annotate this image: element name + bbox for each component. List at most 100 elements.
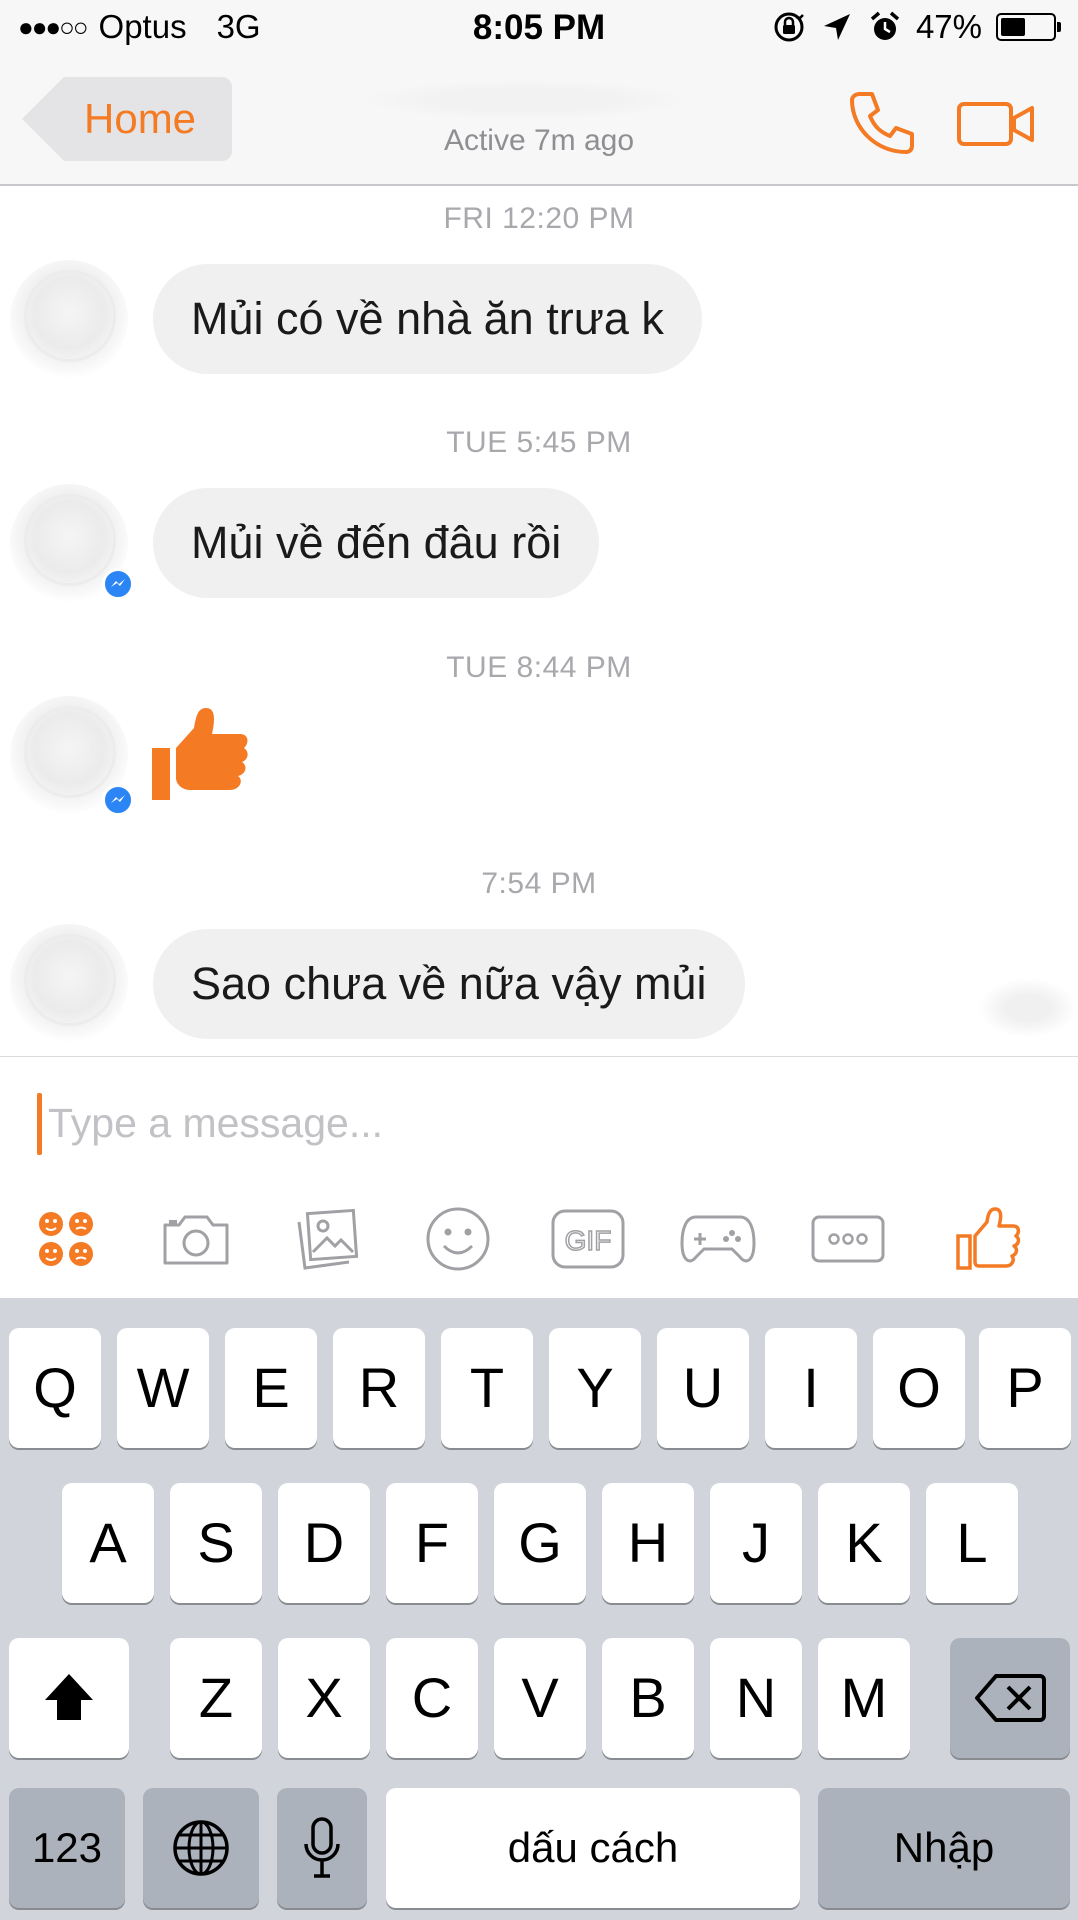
key-label: S: [197, 1511, 235, 1574]
avatar[interactable]: [10, 260, 128, 378]
games-button[interactable]: [678, 1199, 758, 1279]
key-label: N: [735, 1666, 777, 1729]
smiley-icon: [426, 1207, 490, 1271]
key-label: U: [682, 1356, 724, 1419]
message-composer: GIF: [0, 1056, 1078, 1298]
camera-icon: [163, 1215, 229, 1265]
key-label: J: [742, 1511, 770, 1574]
more-icon: [811, 1215, 885, 1263]
numbers-key[interactable]: 123: [9, 1788, 125, 1908]
key-o[interactable]: O: [873, 1328, 965, 1448]
key-s[interactable]: S: [170, 1483, 262, 1603]
key-b[interactable]: B: [602, 1638, 694, 1758]
return-key[interactable]: Nhập: [818, 1788, 1070, 1908]
key-label: P: [1006, 1356, 1044, 1419]
key-label: Z: [198, 1666, 234, 1729]
avatar-redaction: [24, 934, 116, 1026]
delete-key[interactable]: [950, 1638, 1070, 1758]
key-label: X: [305, 1666, 343, 1729]
globe-icon: [173, 1820, 229, 1876]
more-button[interactable]: [808, 1199, 888, 1279]
svg-text:GIF: GIF: [565, 1225, 612, 1256]
conversation-header: Home Active 7m ago: [0, 60, 1078, 186]
key-label: B: [629, 1666, 667, 1729]
emoji-button[interactable]: [418, 1199, 498, 1279]
avatar[interactable]: [10, 924, 128, 1042]
key-w[interactable]: W: [117, 1328, 209, 1448]
active-status: Active 7m ago: [443, 124, 635, 157]
space-key[interactable]: dấu cách: [386, 1788, 800, 1908]
send-like-button[interactable]: [948, 1199, 1028, 1279]
key-j[interactable]: J: [710, 1483, 802, 1603]
key-label: Q: [33, 1356, 77, 1419]
like-icon: [956, 1207, 1021, 1270]
key-label: C: [411, 1666, 453, 1729]
message-input[interactable]: [36, 1091, 1036, 1155]
key-label: K: [845, 1511, 883, 1574]
message-bubble[interactable]: Mủi về đến đâu rồi: [153, 488, 600, 598]
message-bubble[interactable]: Mủi có về nhà ăn trưa k: [153, 264, 702, 374]
key-m[interactable]: M: [818, 1638, 910, 1758]
gallery-icon: [297, 1208, 359, 1270]
key-v[interactable]: V: [494, 1638, 586, 1758]
key-g[interactable]: G: [494, 1483, 586, 1603]
camera-button[interactable]: [156, 1199, 236, 1279]
key-r[interactable]: R: [333, 1328, 425, 1448]
call-button[interactable]: [846, 88, 916, 158]
key-k[interactable]: K: [818, 1483, 910, 1603]
message-timestamp: 7:54 PM: [481, 867, 597, 900]
key-label: G: [518, 1511, 562, 1574]
key-label: M: [840, 1666, 888, 1729]
key-label: V: [521, 1666, 559, 1729]
keyboard: Q W E R T Y U I O P A S D F G H J K L Z …: [0, 1298, 1078, 1920]
globe-key[interactable]: [143, 1788, 259, 1908]
message-bubble[interactable]: Sao chưa về nữa vậy mủi: [153, 929, 745, 1039]
location-arrow-icon: [820, 10, 854, 44]
key-t[interactable]: T: [441, 1328, 533, 1448]
key-h[interactable]: H: [602, 1483, 694, 1603]
delete-icon: [975, 1674, 1046, 1722]
key-l[interactable]: L: [926, 1483, 1018, 1603]
key-y[interactable]: Y: [549, 1328, 641, 1448]
dictation-key[interactable]: [277, 1788, 367, 1908]
gallery-button[interactable]: [288, 1199, 368, 1279]
orientation-lock-icon: [772, 10, 806, 44]
gif-icon: GIF: [551, 1209, 625, 1269]
emoji-stickers-button[interactable]: [26, 1199, 106, 1279]
key-c[interactable]: C: [386, 1638, 478, 1758]
key-q[interactable]: Q: [9, 1328, 101, 1448]
key-p[interactable]: P: [979, 1328, 1071, 1448]
video-camera-icon: [957, 102, 1034, 146]
key-label: Nhập: [893, 1824, 995, 1871]
key-e[interactable]: E: [225, 1328, 317, 1448]
key-i[interactable]: I: [765, 1328, 857, 1448]
key-n[interactable]: N: [710, 1638, 802, 1758]
key-label: W: [136, 1356, 190, 1419]
key-d[interactable]: D: [278, 1483, 370, 1603]
emoji-stickers-icon: [39, 1212, 93, 1266]
key-label: 123: [31, 1824, 103, 1871]
messenger-badge-icon: [102, 784, 134, 816]
messenger-badge-icon: [102, 568, 134, 600]
key-label: D: [303, 1511, 345, 1574]
key-label: H: [627, 1511, 669, 1574]
message-thread[interactable]: FRI 12:20 PM Mủi có về nhà ăn trưa k TUE…: [0, 188, 1078, 1056]
video-call-button[interactable]: [956, 96, 1036, 152]
alarm-icon: [868, 10, 902, 44]
key-label: F: [414, 1511, 450, 1574]
games-icon: [680, 1215, 756, 1263]
key-f[interactable]: F: [386, 1483, 478, 1603]
shift-key[interactable]: [9, 1638, 129, 1758]
thumbs-up-icon[interactable]: [150, 704, 250, 804]
key-x[interactable]: X: [278, 1638, 370, 1758]
key-u[interactable]: U: [657, 1328, 749, 1448]
shift-icon: [45, 1674, 93, 1720]
composer-toolbar: GIF: [0, 1199, 1078, 1279]
key-label: O: [897, 1356, 941, 1419]
key-z[interactable]: Z: [170, 1638, 262, 1758]
battery-percent: 47%: [915, 8, 982, 45]
key-label: T: [469, 1356, 505, 1419]
key-a[interactable]: A: [62, 1483, 154, 1603]
gif-button[interactable]: GIF: [548, 1199, 628, 1279]
key-label: E: [252, 1356, 290, 1419]
